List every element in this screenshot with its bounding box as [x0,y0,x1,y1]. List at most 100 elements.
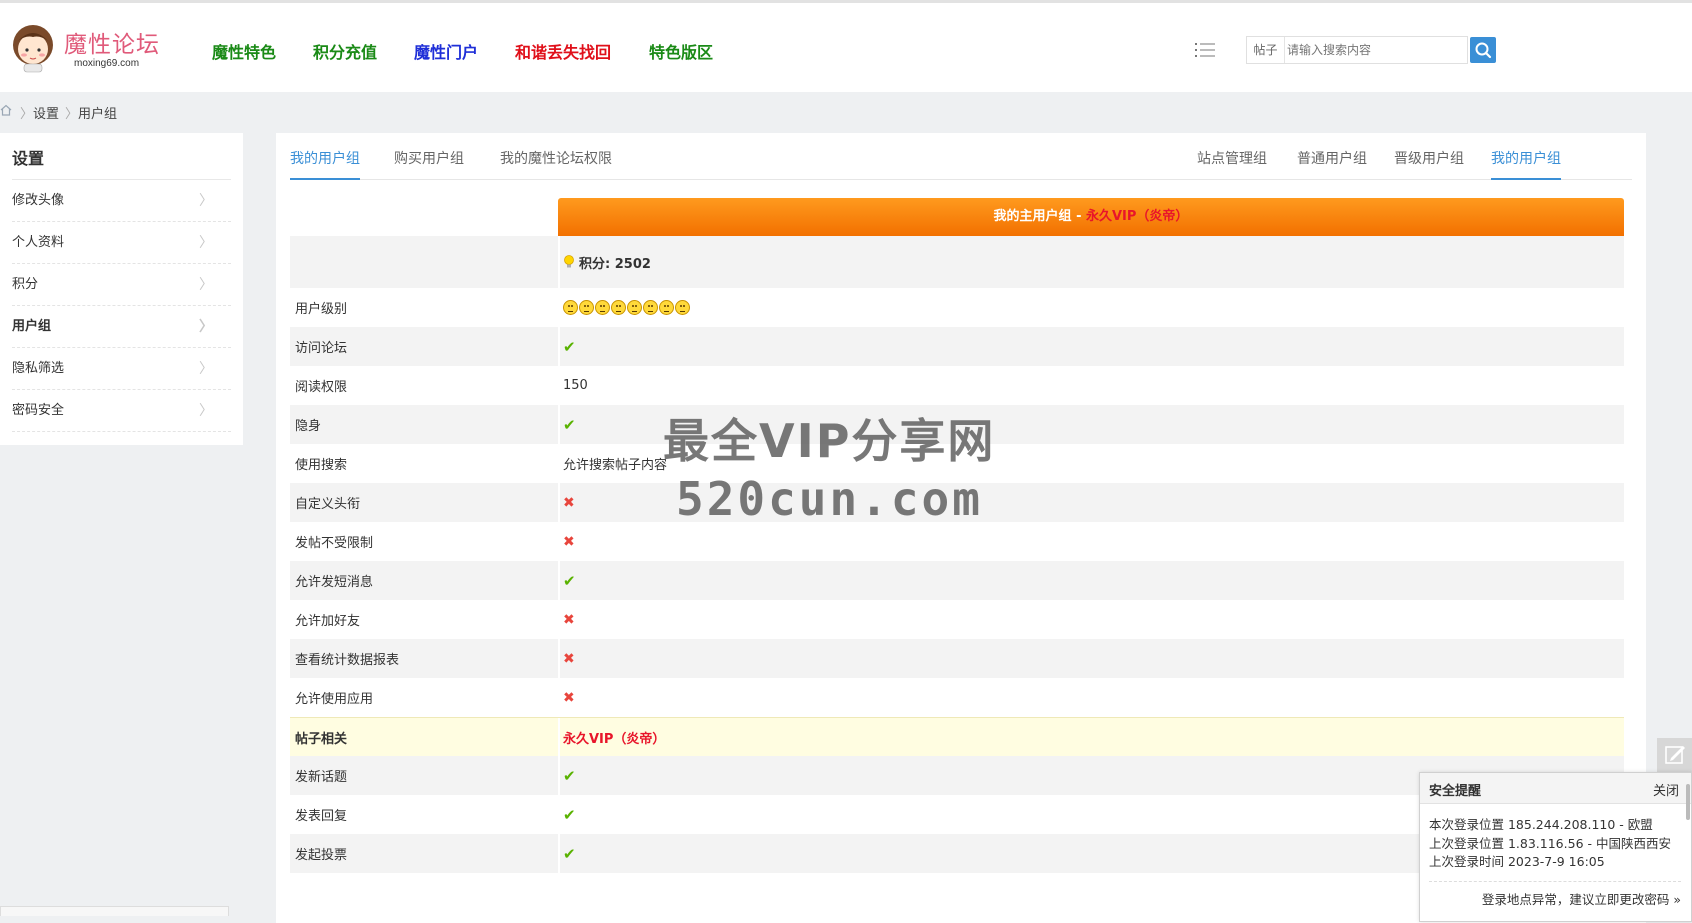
cross-icon: ✖ [563,611,575,628]
permission-label: 用户级别 [295,302,348,317]
home-icon[interactable] [0,104,12,116]
allowed-check-icon: ✔ [563,795,576,834]
nav-recharge[interactable]: 积分充值 [313,39,377,63]
denied-cross-icon: ✖ [563,483,575,522]
tab-buy-usergroup[interactable]: 购买用户组 [394,148,464,178]
permission-label: 发表回复 [295,809,348,824]
sidebar-item-label: 个人资料 [12,235,65,250]
column-divider [558,678,560,717]
check-icon: ✔ [563,766,576,785]
sidebar-item-label: 积分 [12,277,39,292]
site-logo[interactable]: 魔性论坛 moxing69.com [8,21,168,81]
table-row: 查看统计数据报表 ✖ [290,639,1624,678]
bottom-bar-stub [0,906,229,916]
permission-value: 150 [563,378,588,393]
search-input[interactable] [1287,39,1465,61]
cross-icon: ✖ [563,689,575,706]
chevron-right-icon: 〉 [199,403,213,419]
nav-portal[interactable]: 魔性门户 [414,39,478,63]
sidebar-item-usergroup[interactable]: 用户组 〉 [12,306,231,348]
logo-domain: moxing69.com [74,58,140,69]
table-row: 允许使用应用 ✖ [290,678,1624,717]
permission-label: 使用搜索 [295,458,348,473]
column-divider [558,561,560,600]
sidebar-item-password[interactable]: 密码安全 〉 [12,390,231,432]
column-divider [558,327,560,366]
search-icon [1475,42,1492,59]
smiley-face-icon [563,300,578,315]
denied-cross-icon: ✖ [563,522,575,561]
search-type-select[interactable]: 帖子 [1247,37,1285,63]
nav-special-board[interactable]: 特色版区 [649,39,713,63]
smiley-face-icon [627,300,642,315]
tab-my-usergroup[interactable]: 我的用户组 [290,148,360,180]
sidebar-item-label: 密码安全 [12,403,65,418]
allowed-check-icon: ✔ [563,756,576,795]
column-divider [558,522,560,561]
chevron-right-icon: 〉 [199,319,213,335]
security-alert-title: 安全提醒 [1429,784,1482,799]
permission-label: 允许加好友 [295,614,361,629]
table-head-row: 我的主用户组 - 永久VIP（炎帝） [290,198,1624,236]
sidebar-item-avatar[interactable]: 修改头像 〉 [12,180,231,222]
nav-recover[interactable]: 和谐丢失找回 [515,39,611,63]
permission-label: 自定义头衔 [295,497,361,512]
chevron-right-icon: 〉 [199,193,213,209]
level-icons [563,300,691,315]
column-divider [558,405,560,444]
security-alert-close-button[interactable]: 关闭 [1653,780,1679,799]
smiley-face-icon [595,300,610,315]
sidebar-item-label: 用户组 [12,319,52,334]
site-header: 魔性论坛 moxing69.com 魔性特色 积分充值 魔性门户 和谐丢失找回 … [0,0,1692,92]
lightbulb-icon [564,255,574,268]
denied-cross-icon: ✖ [563,600,575,639]
column-divider [558,795,560,834]
points-cell: 积分: 2502 [563,236,651,288]
column-divider [558,639,560,678]
tab-admin-groups[interactable]: 站点管理组 [1197,148,1267,178]
permission-label: 阅读权限 [295,380,348,395]
search-button[interactable] [1470,37,1496,63]
list-menu-icon[interactable] [1195,42,1215,58]
breadcrumb-settings[interactable]: 设置 [33,103,59,122]
sidebar-item-label: 修改头像 [12,193,65,208]
sidebar-item-privacy[interactable]: 隐私筛选 〉 [12,348,231,390]
smiley-face-icon [659,300,674,315]
permission-label: 帖子相关 [295,731,348,747]
sidebar-item-credits[interactable]: 积分 〉 [12,264,231,306]
check-icon: ✔ [563,337,576,356]
chevron-right-icon: 〉 [199,235,213,251]
sidebar-title: 设置 [12,149,45,168]
permission-value: 允许搜索帖子内容 [563,458,668,473]
smiley-face-icon [675,300,690,315]
security-alert-divider [1429,881,1681,882]
edit-icon [1665,746,1685,764]
check-icon: ✔ [563,415,576,434]
current-login-location: 本次登录位置 185.244.208.110 - 欧盟 [1429,817,1653,832]
permission-label: 访问论坛 [295,341,348,356]
sidebar-item-profile[interactable]: 个人资料 〉 [12,222,231,264]
tab-upgrade-groups[interactable]: 晋级用户组 [1394,148,1464,178]
smiley-face-icon [643,300,658,315]
quick-post-button[interactable] [1657,738,1692,772]
main-usergroup-header: 我的主用户组 - 永久VIP（炎帝） [558,198,1624,236]
table-row: 用户级别 [290,288,1624,327]
column-divider [558,756,560,795]
tab-my-usergroup-right[interactable]: 我的用户组 [1491,148,1561,180]
table-row: 允许发短消息 ✔ [290,561,1624,600]
column-divider [558,483,560,522]
sidebar-item-label: 隐私筛选 [12,361,65,376]
watermark-title: 最全VIP分享网 [663,414,996,468]
chevron-right-icon: 〉 [199,361,213,377]
check-icon: ✔ [563,805,576,824]
change-password-link[interactable]: 登录地点异常，建议立即更改密码 » [1482,889,1681,908]
allowed-check-icon: ✔ [563,327,576,366]
tab-normal-groups[interactable]: 普通用户组 [1297,148,1367,178]
column-divider [558,600,560,639]
search-box: 帖子 [1246,36,1468,64]
tab-my-permissions[interactable]: 我的魔性论坛权限 [500,148,612,178]
popup-scrollbar[interactable] [1686,784,1690,820]
allowed-check-icon: ✔ [563,405,576,444]
nav-feature[interactable]: 魔性特色 [212,39,276,63]
permission-label: 发起投票 [295,848,348,863]
